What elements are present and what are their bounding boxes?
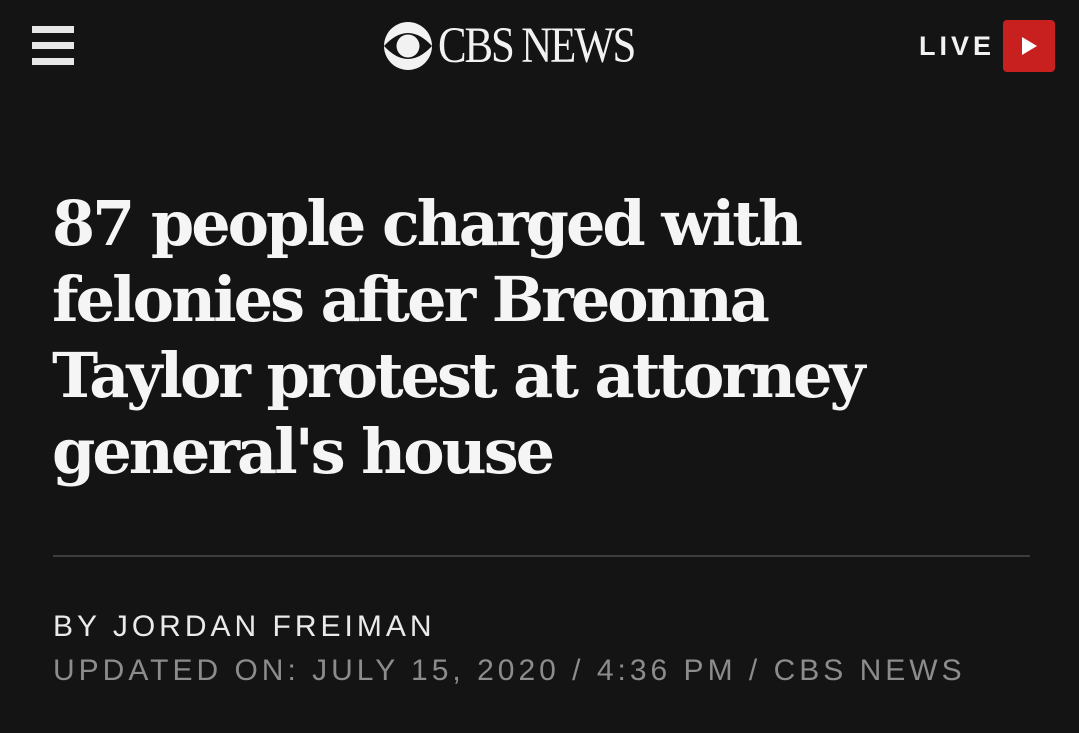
menu-bar [32, 42, 74, 49]
logo-text: CBS NEWS [438, 17, 636, 74]
menu-bar [32, 58, 74, 65]
updated-timestamp: UPDATED ON: JULY 15, 2020 / 4:36 PM / CB… [53, 654, 966, 687]
live-button[interactable]: LIVE [919, 20, 1055, 72]
cbs-eye-icon [384, 22, 432, 70]
article-headline: 87 people charged with felonies after Br… [52, 187, 866, 488]
menu-bar [32, 26, 74, 33]
article-page: CBS NEWS LIVE 87 people charged with fel… [0, 0, 1079, 733]
live-label: LIVE [918, 30, 995, 61]
cbs-news-logo[interactable]: CBS NEWS [382, 18, 672, 74]
hamburger-menu-icon[interactable] [30, 26, 76, 66]
live-play-button[interactable] [1003, 20, 1055, 72]
play-icon [1022, 37, 1037, 55]
author-byline: BY JORDAN FREIMAN [53, 610, 436, 643]
divider [53, 555, 1030, 557]
